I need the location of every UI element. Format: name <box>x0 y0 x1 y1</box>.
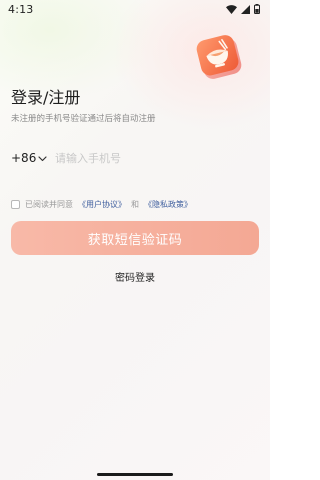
login-screen: 4:13 登录/注册 未注册的手机号验证通过后将自动注册 +86 请输入手机号 … <box>0 0 270 480</box>
home-indicator <box>97 473 173 476</box>
get-sms-code-button[interactable]: 获取短信验证码 <box>11 221 259 255</box>
agreement-checkbox[interactable] <box>11 200 20 209</box>
wifi-icon <box>226 4 237 14</box>
agreement-conjunction: 和 <box>131 200 139 209</box>
user-agreement-link[interactable]: 《用户协议》 <box>78 199 126 210</box>
page-title: 登录/注册 <box>11 88 81 107</box>
phone-number-input[interactable] <box>55 151 245 165</box>
status-icons <box>226 4 260 14</box>
page-subtitle: 未注册的手机号验证通过后将自动注册 <box>11 114 156 124</box>
password-login-link[interactable]: 密码登录 <box>0 269 270 284</box>
app-logo-bowl-icon <box>193 31 245 83</box>
country-code-value: +86 <box>11 151 37 165</box>
chevron-down-icon <box>38 151 47 165</box>
agreement-row: 已阅读并同意 《用户协议》 和 《隐私政策》 <box>11 199 192 210</box>
status-bar: 4:13 <box>0 0 270 18</box>
privacy-policy-link[interactable]: 《隐私政策》 <box>144 199 192 210</box>
phone-input-row: +86 <box>11 147 259 169</box>
signal-icon <box>241 4 250 14</box>
agreement-prefix: 已阅读并同意 <box>25 200 73 209</box>
battery-icon <box>254 4 260 14</box>
status-time: 4:13 <box>8 2 34 16</box>
background-glow-right <box>110 0 270 130</box>
country-code-selector[interactable]: +86 <box>11 151 55 165</box>
